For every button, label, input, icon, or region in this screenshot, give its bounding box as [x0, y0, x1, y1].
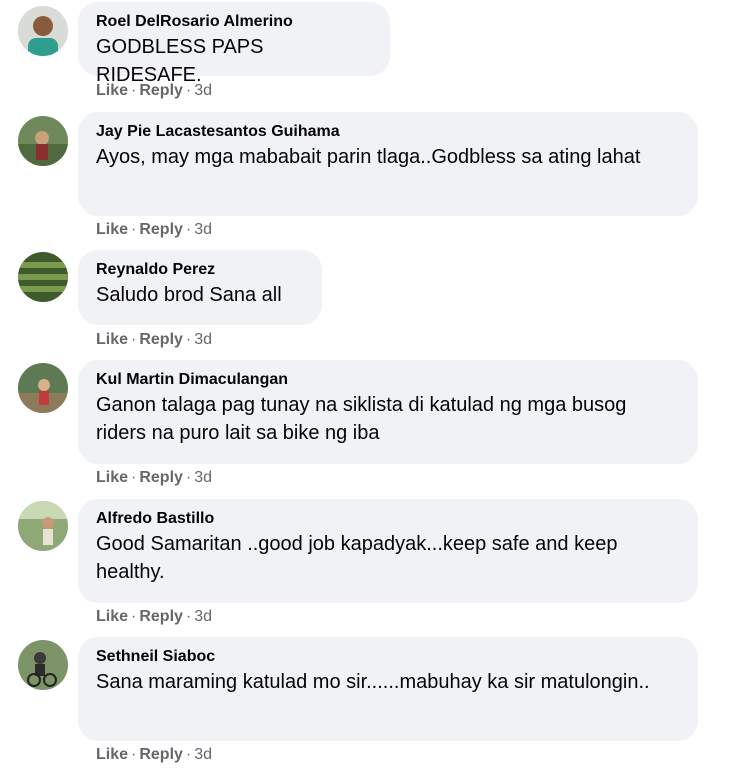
timestamp[interactable]: 3d: [194, 469, 212, 486]
avatar[interactable]: [18, 640, 68, 690]
timestamp[interactable]: 3d: [194, 331, 212, 348]
comment-actions: Like · Reply · 3d: [96, 745, 212, 765]
separator: ·: [185, 82, 192, 99]
avatar[interactable]: [18, 6, 68, 56]
reply-button[interactable]: Reply: [139, 608, 183, 625]
separator: ·: [131, 469, 137, 486]
comment-text: Saludo brod Sana all: [96, 284, 282, 306]
like-button[interactable]: Like: [96, 608, 128, 625]
separator: ·: [131, 82, 137, 99]
comment-author[interactable]: Reynaldo Perez: [96, 259, 304, 281]
comment-actions: Like · Reply · 3d: [96, 330, 212, 350]
avatar[interactable]: [18, 501, 68, 551]
separator: ·: [185, 221, 192, 238]
comment-actions: Like · Reply · 3d: [96, 220, 212, 240]
profile-photo-icon: [18, 501, 68, 551]
comment-bubble: Roel DelRosario Almerino GODBLESS PAPS R…: [78, 2, 390, 86]
comment-author[interactable]: Roel DelRosario Almerino: [96, 11, 372, 33]
separator: ·: [131, 331, 137, 348]
reply-button[interactable]: Reply: [139, 746, 183, 763]
reply-button[interactable]: Reply: [139, 469, 183, 486]
profile-photo-icon: [18, 6, 68, 56]
avatar[interactable]: [18, 252, 68, 302]
timestamp[interactable]: 3d: [194, 608, 212, 625]
separator: ·: [185, 608, 192, 625]
comment-text: Sana maraming katulad mo sir......mabuha…: [96, 671, 650, 693]
comment-actions: Like · Reply · 3d: [96, 81, 212, 101]
comment-bubble: Jay Pie Lacastesantos Guihama Ayos, may …: [78, 112, 698, 216]
reply-button[interactable]: Reply: [139, 221, 183, 238]
comment-bubble: Alfredo Bastillo Good Samaritan ..good j…: [78, 499, 698, 603]
profile-photo-icon: [18, 363, 68, 413]
separator: ·: [185, 331, 192, 348]
like-button[interactable]: Like: [96, 331, 128, 348]
comment-actions: Like · Reply · 3d: [96, 607, 212, 627]
comment-actions: Like · Reply · 3d: [96, 468, 212, 488]
comment-text: Good Samaritan ..good job kapadyak...kee…: [96, 533, 618, 583]
avatar[interactable]: [18, 116, 68, 166]
comment-author[interactable]: Alfredo Bastillo: [96, 508, 680, 530]
like-button[interactable]: Like: [96, 469, 128, 486]
comment-author[interactable]: Jay Pie Lacastesantos Guihama: [96, 121, 680, 143]
like-button[interactable]: Like: [96, 746, 128, 763]
comment-bubble: Kul Martin Dimaculangan Ganon talaga pag…: [78, 360, 698, 464]
timestamp[interactable]: 3d: [194, 82, 212, 99]
separator: ·: [131, 746, 137, 763]
reply-button[interactable]: Reply: [139, 331, 183, 348]
comment-author[interactable]: Sethneil Siaboc: [96, 646, 680, 668]
comment-text: Ganon talaga pag tunay na siklista di ka…: [96, 394, 627, 444]
timestamp[interactable]: 3d: [194, 746, 212, 763]
avatar[interactable]: [18, 363, 68, 413]
separator: ·: [131, 221, 137, 238]
separator: ·: [185, 469, 192, 486]
like-button[interactable]: Like: [96, 82, 128, 99]
comment-bubble: Sethneil Siaboc Sana maraming katulad mo…: [78, 637, 698, 741]
profile-photo-icon: [18, 640, 68, 690]
comment-text: Ayos, may mga mababait parin tlaga..Godb…: [96, 146, 641, 168]
profile-photo-icon: [18, 116, 68, 166]
profile-photo-icon: [18, 252, 68, 302]
comment-author[interactable]: Kul Martin Dimaculangan: [96, 369, 680, 391]
like-button[interactable]: Like: [96, 221, 128, 238]
comment-bubble: Reynaldo Perez Saludo brod Sana all: [78, 250, 322, 325]
separator: ·: [185, 746, 192, 763]
separator: ·: [131, 608, 137, 625]
reply-button[interactable]: Reply: [139, 82, 183, 99]
timestamp[interactable]: 3d: [194, 221, 212, 238]
